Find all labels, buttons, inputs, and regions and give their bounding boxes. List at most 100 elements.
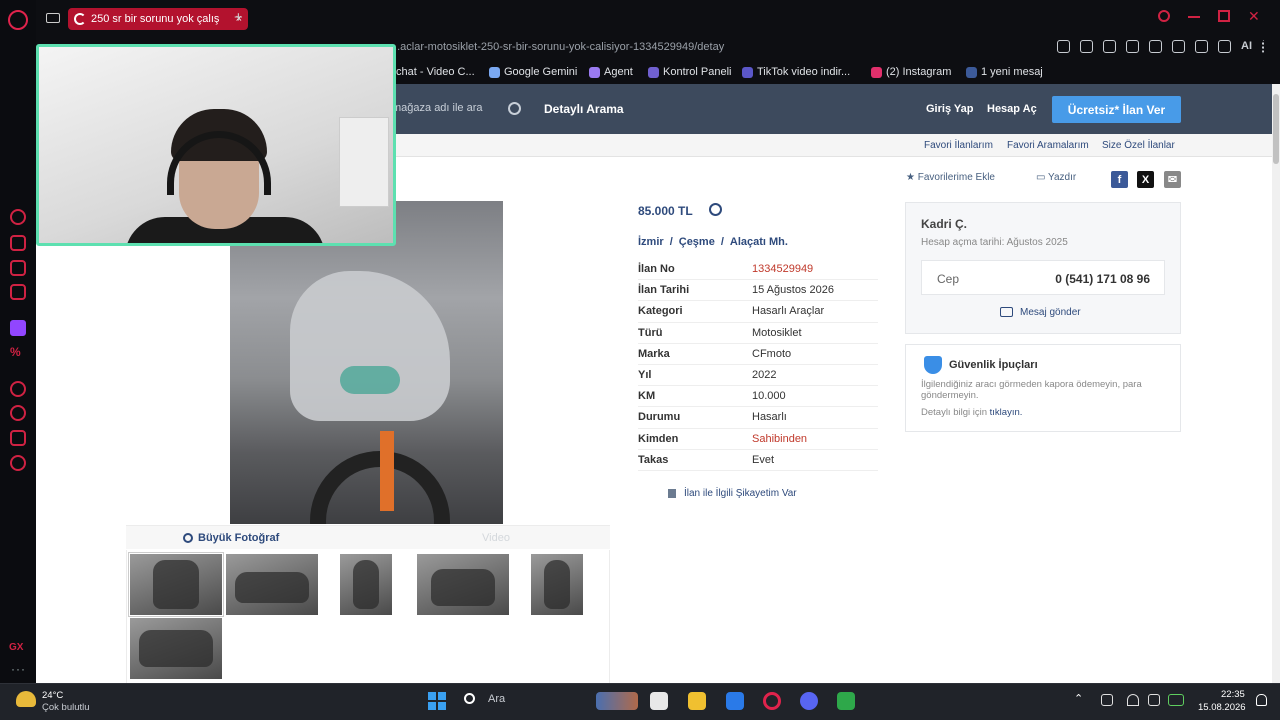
send-icon[interactable] xyxy=(1149,40,1162,53)
detail-value: Hasarlı xyxy=(752,411,787,424)
tiktok-icon xyxy=(742,66,753,78)
search-input[interactable]: mağaza adı ile ara xyxy=(392,102,483,114)
search-icon[interactable] xyxy=(508,102,521,115)
battery-icon[interactable] xyxy=(1168,694,1184,706)
bookmark-item[interactable]: 1 yeni mesaj xyxy=(966,66,1043,78)
page-scrollbar[interactable] xyxy=(1272,84,1280,683)
favorite-listings-link[interactable]: Favori İlanlarım xyxy=(924,140,993,151)
discount-icon[interactable]: % xyxy=(10,345,26,361)
bookmark-item[interactable]: Kontrol Paneli xyxy=(648,66,732,78)
weather-icon[interactable] xyxy=(16,691,36,707)
gx-corner-icon[interactable] xyxy=(10,235,26,251)
detail-value: CFmoto xyxy=(752,347,792,360)
detail-key: Durumu xyxy=(638,411,681,424)
location-neighborhood[interactable]: Alaçatı Mh. xyxy=(730,236,788,248)
safety-detail-link[interactable]: tıklayın. xyxy=(990,407,1023,418)
snapshot-icon[interactable] xyxy=(1103,40,1116,53)
aria-ai-button[interactable]: AI xyxy=(1241,40,1252,53)
complaint-link[interactable]: İlan ile İlgili Şikayetim Var xyxy=(668,488,797,499)
complaint-label: İlan ile İlgili Şikayetim Var xyxy=(684,488,797,499)
download-icon[interactable] xyxy=(1218,40,1231,53)
new-tab-button[interactable]: + xyxy=(234,9,243,26)
email-share-icon[interactable]: ✉ xyxy=(1164,171,1181,188)
discord-icon[interactable] xyxy=(800,692,818,710)
heart-icon[interactable] xyxy=(1172,40,1185,53)
weather-temp[interactable]: 24°C xyxy=(42,690,63,701)
x-share-icon[interactable]: X xyxy=(1137,171,1154,188)
bookmark-label: (2) Instagram xyxy=(886,66,952,78)
favorite-searches-link[interactable]: Favori Aramalarım xyxy=(1007,140,1089,151)
thumbnail[interactable] xyxy=(128,552,224,617)
gx-cleaner-icon[interactable] xyxy=(10,260,26,276)
zoom-icon[interactable] xyxy=(1057,40,1070,53)
tray-chevron-icon[interactable]: ⌃ xyxy=(1074,692,1083,705)
volume-icon[interactable] xyxy=(1148,694,1160,706)
more-icon[interactable]: ··· xyxy=(11,662,26,676)
url-text[interactable]: ...aclar-motosiklet-250-sr-bir-sorunu-yo… xyxy=(391,41,724,53)
microphone-icon[interactable] xyxy=(1101,694,1113,706)
location-city[interactable]: İzmir xyxy=(638,236,664,248)
notification-bell-icon[interactable] xyxy=(1256,694,1267,706)
gx-control-icon[interactable] xyxy=(10,209,26,225)
send-message-link[interactable]: Mesaj gönder xyxy=(1000,307,1081,318)
thumbnail[interactable] xyxy=(130,618,222,679)
workspaces-icon[interactable] xyxy=(46,13,60,23)
login-link[interactable]: Giriş Yap xyxy=(926,103,974,115)
bookmark-item[interactable]: Google Gemini xyxy=(489,66,577,78)
opera-gx-logo-icon[interactable] xyxy=(8,10,28,30)
detailed-search-link[interactable]: Detaylı Arama xyxy=(544,102,624,116)
bookmark-item[interactable]: (2) Instagram xyxy=(871,66,951,78)
seller-name[interactable]: Kadri Ç. xyxy=(921,217,967,231)
tab-search-icon[interactable] xyxy=(1158,10,1170,22)
start-button[interactable] xyxy=(428,692,446,710)
facebook-share-icon[interactable]: f xyxy=(1111,171,1128,188)
twitch-icon[interactable] xyxy=(10,320,26,336)
player-icon[interactable] xyxy=(10,381,26,397)
register-link[interactable]: Hesap Aç xyxy=(987,103,1037,115)
maximize-button[interactable] xyxy=(1218,10,1230,22)
location-district[interactable]: Çeşme xyxy=(679,236,715,248)
thumbnail[interactable] xyxy=(531,554,583,615)
scroll-thumb[interactable] xyxy=(1273,94,1279,164)
shield-icon[interactable] xyxy=(1126,40,1139,53)
thumbnail[interactable] xyxy=(417,554,509,615)
video-tab[interactable]: Video xyxy=(482,532,510,544)
close-window-button[interactable]: ✕ xyxy=(1248,9,1260,23)
widgets-icon[interactable] xyxy=(596,692,638,710)
pin-icon[interactable] xyxy=(1080,40,1093,53)
settings-gear-icon[interactable] xyxy=(10,455,26,471)
history-icon[interactable] xyxy=(10,405,26,421)
app-icon[interactable] xyxy=(837,692,855,710)
webcam-overlay xyxy=(36,44,396,246)
big-photo-tab[interactable]: Büyük Fotoğraf xyxy=(183,532,280,544)
task-view-icon[interactable] xyxy=(650,692,668,710)
opera-gx-icon[interactable] xyxy=(763,692,781,710)
thumbnail[interactable] xyxy=(226,554,318,615)
bookmark-item[interactable]: TikTok video indir... xyxy=(742,66,850,78)
detail-key: Kategori xyxy=(638,305,683,318)
print-link[interactable]: ▭ Yazdır xyxy=(1036,172,1076,183)
tab-active[interactable]: 250 sr bir sorunu yok çalışı × xyxy=(68,8,248,30)
minimize-button[interactable] xyxy=(1188,10,1200,18)
special-listings-link[interactable]: Size Özel İlanlar xyxy=(1102,140,1175,151)
clock-time[interactable]: 22:35 xyxy=(1221,689,1245,700)
taskbar-search[interactable]: Ara xyxy=(464,693,505,705)
file-explorer-icon[interactable] xyxy=(688,692,706,710)
store-icon[interactable] xyxy=(726,692,744,710)
bookmark-item[interactable]: Agent xyxy=(589,66,633,78)
weather-desc[interactable]: Çok bulutlu xyxy=(42,702,90,713)
thumbnail[interactable] xyxy=(340,554,392,615)
gx-mods-icon[interactable] xyxy=(10,284,26,300)
menu-icon[interactable] xyxy=(1262,40,1266,53)
bookmark-item[interactable]: chat - Video C... xyxy=(396,66,475,78)
post-ad-button[interactable]: Ücretsiz* İlan Ver xyxy=(1052,96,1181,123)
main-photo[interactable] xyxy=(230,201,503,524)
clock-date[interactable]: 15.08.2026 xyxy=(1198,702,1246,713)
extensions-icon[interactable] xyxy=(10,430,26,446)
phone-number[interactable]: 0 (541) 171 08 96 xyxy=(1055,272,1150,286)
wifi-icon[interactable] xyxy=(1127,694,1139,706)
profile-icon[interactable] xyxy=(1195,40,1208,53)
add-favorite-link[interactable]: ★ Favorilerime Ekle xyxy=(906,172,995,183)
price-history-icon[interactable] xyxy=(709,203,722,216)
big-photo-label: Büyük Fotoğraf xyxy=(198,532,280,544)
